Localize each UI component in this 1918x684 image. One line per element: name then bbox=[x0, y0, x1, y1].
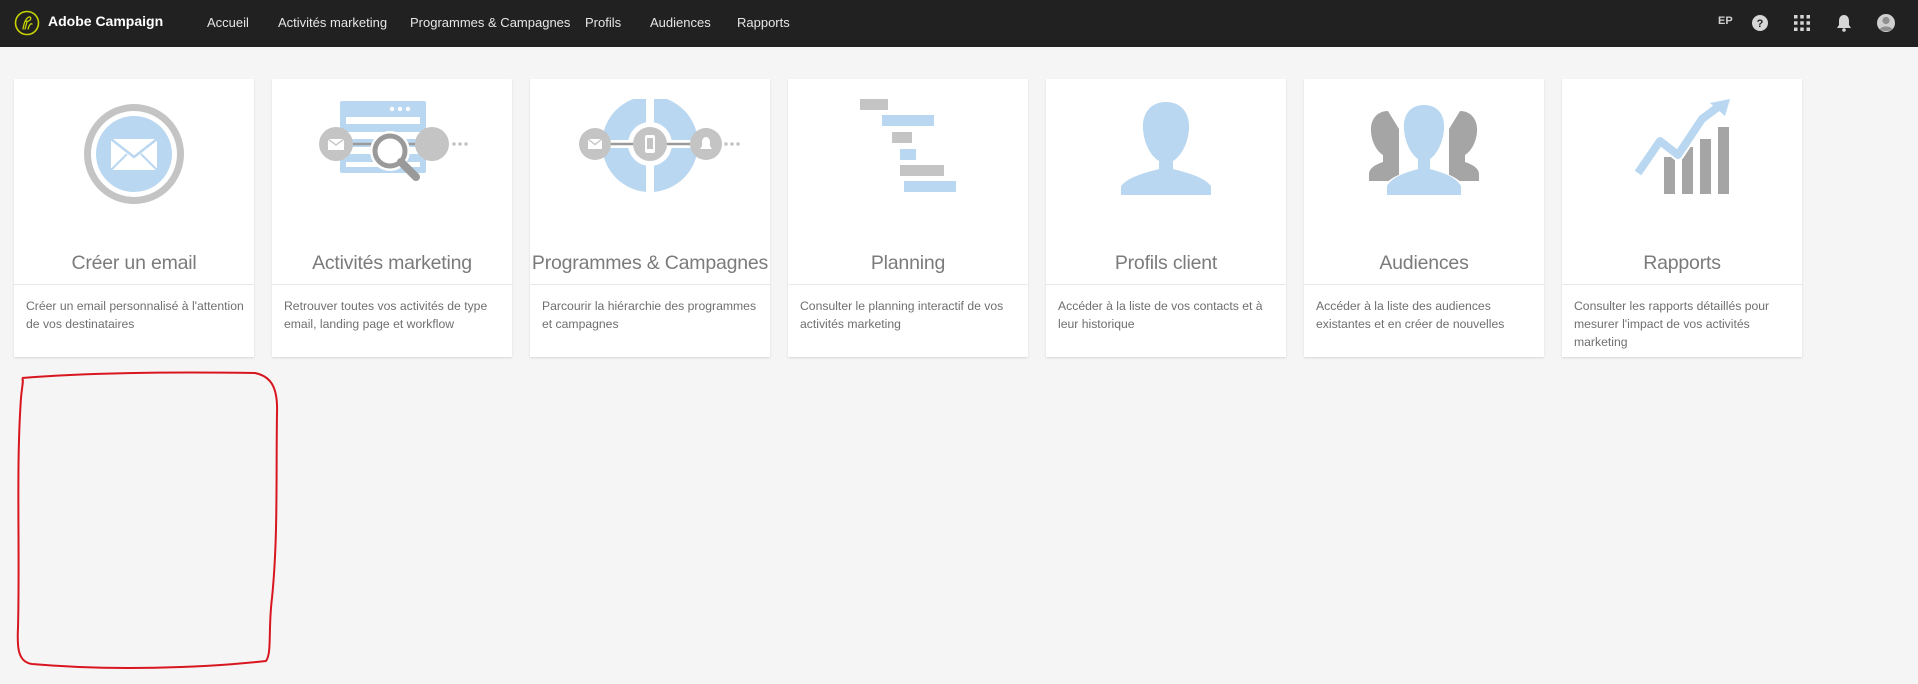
profile-icon bbox=[1121, 102, 1211, 195]
card-title: Programmes & Campagnes bbox=[531, 252, 769, 274]
card-planning[interactable]: Planning Consulter le planning interacti… bbox=[788, 79, 1028, 357]
user-initials[interactable]: EP bbox=[1718, 15, 1733, 27]
email-icon bbox=[84, 104, 184, 204]
card-create-email[interactable]: Créer un email Créer un email personnali… bbox=[14, 79, 254, 357]
divider bbox=[14, 284, 254, 285]
app-name[interactable]: Adobe Campaign bbox=[48, 13, 163, 29]
card-description: Consulter le planning interactif de vos … bbox=[800, 299, 1004, 331]
reports-chart-icon bbox=[1633, 99, 1730, 194]
divider bbox=[272, 284, 512, 285]
card-description: Accéder à la liste des audiences existan… bbox=[1316, 299, 1505, 331]
nav-item-profils[interactable]: Profils bbox=[585, 15, 621, 30]
nav-item-programmes-campagnes[interactable]: Programmes & Campagnes bbox=[410, 15, 570, 30]
nav-item-audiences[interactable]: Audiences bbox=[650, 15, 711, 30]
divider bbox=[1304, 284, 1544, 285]
card-description: Consulter les rapports détaillés pour me… bbox=[1574, 299, 1770, 349]
divider bbox=[530, 284, 770, 285]
bell-icon[interactable] bbox=[1833, 12, 1855, 34]
red-annotation-box bbox=[16, 371, 279, 669]
divider bbox=[788, 284, 1028, 285]
card-title: Activités marketing bbox=[312, 252, 472, 274]
card-title: Audiences bbox=[1379, 252, 1469, 274]
card-description: Créer un email personnalisé à l'attentio… bbox=[26, 299, 244, 331]
divider bbox=[1562, 284, 1802, 285]
planning-gantt-icon bbox=[860, 99, 956, 192]
card-title: Profils client bbox=[1114, 252, 1218, 274]
programs-campaigns-icon bbox=[579, 99, 740, 194]
adobe-campaign-logo-icon[interactable] bbox=[14, 10, 40, 36]
svg-text:?: ? bbox=[1757, 18, 1764, 30]
card-customer-profiles[interactable]: Profils client Accéder à la liste de vos… bbox=[1046, 79, 1286, 357]
help-icon[interactable]: ? bbox=[1749, 12, 1771, 34]
divider bbox=[1046, 284, 1286, 285]
apps-grid-icon[interactable] bbox=[1791, 12, 1813, 34]
card-reports[interactable]: Rapports Consulter les rapports détaillé… bbox=[1562, 79, 1802, 357]
card-programs-campaigns[interactable]: Programmes & Campagnes Parcourir la hiér… bbox=[530, 79, 770, 357]
user-avatar-icon[interactable] bbox=[1875, 12, 1897, 34]
marketing-activities-icon bbox=[319, 101, 468, 181]
card-description: Accéder à la liste de vos contacts et à … bbox=[1058, 299, 1263, 331]
nav-item-accueil[interactable]: Accueil bbox=[207, 15, 249, 30]
card-title: Créer un email bbox=[71, 252, 197, 274]
card-title: Planning bbox=[870, 252, 946, 274]
nav-item-rapports[interactable]: Rapports bbox=[737, 15, 790, 30]
card-marketing-activities[interactable]: Activités marketing Retrouver toutes vos… bbox=[272, 79, 512, 357]
card-description: Retrouver toutes vos activités de type e… bbox=[284, 299, 488, 331]
card-audiences[interactable]: Audiences Accéder à la liste des audienc… bbox=[1304, 79, 1544, 357]
audiences-icon bbox=[1369, 102, 1479, 195]
card-description: Parcourir la hiérarchie des programmes e… bbox=[542, 299, 757, 331]
top-navigation-bar: Adobe Campaign Accueil Activités marketi… bbox=[0, 0, 1918, 47]
nav-item-activites-marketing[interactable]: Activités marketing bbox=[278, 15, 387, 30]
card-title: Rapports bbox=[1643, 252, 1721, 274]
